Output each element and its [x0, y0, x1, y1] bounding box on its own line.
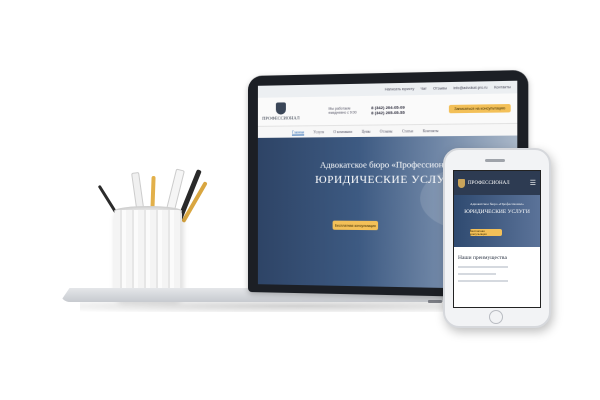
working-hours: Мы работаем ежедневно с 9:00 — [329, 106, 357, 116]
topbar-link[interactable]: Написать юристу — [385, 87, 414, 92]
text-placeholder — [458, 280, 508, 282]
cup-body — [114, 210, 182, 300]
topbar-link[interactable]: Контакты — [494, 85, 511, 90]
text-placeholder — [458, 273, 496, 275]
phone-section-title: Наши преимущества — [454, 247, 540, 261]
phone-link[interactable]: 8 (342) 205-05-55 — [371, 110, 405, 116]
nav-item-prices[interactable]: Цены — [362, 130, 371, 134]
hours-line: ежедневно с 9:00 — [329, 110, 357, 115]
topbar-link[interactable]: Отзывы — [433, 86, 447, 90]
topbar-link[interactable]: Чат — [421, 87, 427, 91]
phone-speaker — [485, 159, 505, 162]
mockup-scene: Написать юристу Чат Отзывы info@advokat-… — [0, 0, 600, 400]
nav-item-about[interactable]: О компании — [333, 130, 352, 134]
phone-hero-pretitle: Адвокатское бюро «Профессионал» — [457, 202, 537, 206]
nav-item-contacts[interactable]: Контакты — [423, 129, 439, 133]
phone-device: ПРОФЕССИОНАЛ ☰ Адвокатское бюро «Професс… — [443, 148, 551, 328]
site-logo[interactable]: ПРОФЕССИОНАЛ — [264, 102, 298, 121]
nav-item-services[interactable]: Услуги — [313, 130, 324, 134]
phone-hero: Адвокатское бюро «Профессионал» ЮРИДИЧЕС… — [454, 195, 540, 247]
topbar-link[interactable]: info@advokat-pro.ru — [453, 85, 487, 90]
nav-item-home[interactable]: Главная — [292, 130, 304, 134]
shield-icon — [276, 102, 286, 114]
phone-screen: ПРОФЕССИОНАЛ ☰ Адвокатское бюро «Професс… — [453, 170, 541, 308]
logo-text: ПРОФЕССИОНАЛ — [262, 115, 300, 121]
home-button[interactable] — [489, 310, 503, 324]
phone-consultation-button[interactable]: Бесплатная консультация — [470, 229, 502, 236]
phone-hero-title: ЮРИДИЧЕСКИЕ УСЛУГИ — [457, 209, 537, 215]
free-consultation-button[interactable]: Бесплатная консультация — [333, 221, 378, 231]
phone-numbers: 8 (342) 204-05-09 8 (342) 205-05-55 — [371, 105, 405, 116]
phone-site-header: ПРОФЕССИОНАЛ ☰ — [454, 171, 540, 195]
laptop-port — [428, 300, 442, 303]
hamburger-icon[interactable]: ☰ — [530, 180, 536, 187]
shield-icon — [458, 179, 465, 188]
phone-logo-text: ПРОФЕССИОНАЛ — [468, 181, 510, 186]
nav-item-reviews[interactable]: Отзывы — [380, 129, 393, 133]
consultation-button[interactable]: Записаться на консультацию — [449, 104, 511, 113]
nav-item-articles[interactable]: Статьи — [402, 129, 413, 133]
text-placeholder — [458, 266, 508, 268]
site-header: ПРОФЕССИОНАЛ Мы работаем ежедневно с 9:0… — [258, 93, 517, 127]
